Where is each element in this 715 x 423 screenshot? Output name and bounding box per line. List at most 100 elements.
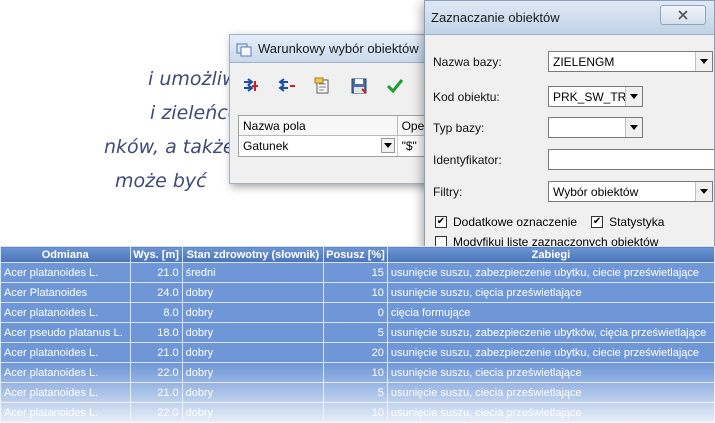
conditional-window-title: Warunkowy wybór obiektów <box>258 41 419 56</box>
db-type-row: Typ bazy: <box>433 117 643 138</box>
open-icon[interactable] <box>312 75 334 97</box>
chevron-down-icon[interactable] <box>625 87 642 106</box>
table-cell: Acer platanoides L. <box>0 262 131 283</box>
extra-marking-label: Dodatkowe oznaczenie <box>453 215 578 229</box>
bg-line-4: może być <box>115 170 207 192</box>
trees-table-container: Odmiana Wys. [m] Stan zdrowotny (słownik… <box>0 246 715 423</box>
table-cell: 8.0 <box>129 302 183 323</box>
add-condition-icon[interactable] <box>240 75 262 97</box>
chevron-down-icon[interactable] <box>380 138 395 153</box>
table-row[interactable]: Acer platanoides L. 22.0 dobry 10 usunięcie … <box>0 362 715 383</box>
table-cell: dobry <box>181 362 325 383</box>
database-select[interactable]: ZIELENGM <box>548 51 713 72</box>
filters-label: Filtry: <box>433 184 463 199</box>
database-label: Nazwa bazy: <box>433 54 502 69</box>
table-cell: 0 <box>323 302 388 323</box>
database-value: ZIELENGM <box>553 54 615 69</box>
table-cell: 20 <box>323 342 388 363</box>
table-cell: dobry <box>181 282 325 303</box>
statistics-label: Statystyka <box>609 215 665 229</box>
statistics-checkbox[interactable]: ✔ <box>591 216 604 228</box>
table-cell: dobry <box>181 382 325 403</box>
column-header-treatments[interactable]: Zabiegi <box>386 246 715 263</box>
db-type-label: Typ bazy: <box>433 120 485 135</box>
object-selection-window: Zaznaczanie obiektów Nazwa bazy: ZIELENG… <box>424 0 715 250</box>
object-code-value: PRK_SW_TR <box>553 89 627 104</box>
conditional-selection-window: Warunkowy wybór obiektów Nazwa pola Ope <box>229 34 449 184</box>
table-row[interactable]: Acer platanoides L. 21.0 dobry 20 usunięcie … <box>0 342 715 363</box>
chevron-down-icon[interactable] <box>625 118 642 137</box>
object-code-row: Kod obiektu: PRK_SW_TR <box>433 86 643 107</box>
object-code-label: Kod obiektu: <box>433 89 500 104</box>
table-body: Acer platanoides L. 21.0 średni 15 usunięcie… <box>0 262 715 423</box>
condition-row[interactable]: Gatunek "$" <box>239 136 448 156</box>
column-header-height[interactable]: Wys. [m] <box>129 246 183 263</box>
conditional-window-titlebar[interactable]: Warunkowy wybór obiektów <box>230 35 448 63</box>
table-cell: usunięcie suszu, zabezpieczenie ubytków,… <box>386 322 715 343</box>
table-row[interactable]: Acer platanoides L. 21.0 dobry 5 usunięcie s… <box>0 382 715 403</box>
table-cell: 10 <box>323 362 388 383</box>
table-cell: usunięcie suszu, zabezpieczenie ubytku, … <box>386 262 715 283</box>
identifier-input[interactable] <box>548 149 714 170</box>
chevron-down-icon[interactable] <box>695 52 712 71</box>
table-cell: usunięcie suszu, ciecia prześwietlające <box>386 402 715 423</box>
remove-condition-icon[interactable] <box>276 75 298 97</box>
column-header-deadwood[interactable]: Posusz [%] <box>323 246 388 263</box>
field-name-header: Nazwa pola <box>239 116 398 135</box>
conditions-grid: Nazwa pola Ope Gatunek "$" <box>238 115 448 157</box>
conditional-toolbar <box>230 63 448 109</box>
table-cell: 15 <box>323 262 388 283</box>
table-cell: 21.0 <box>129 382 183 403</box>
filters-select[interactable]: Wybór obiektów <box>548 181 713 202</box>
table-cell: 21.0 <box>129 262 183 283</box>
table-cell: Acer pseudo platanus L. <box>0 322 131 343</box>
table-cell: 21.0 <box>129 342 183 363</box>
bg-line-3: nków, a także <box>104 136 235 158</box>
field-name-value: Gatunek <box>243 139 289 153</box>
table-cell: Acer platanoides L. <box>0 382 131 403</box>
table-cell: dobry <box>181 322 325 343</box>
table-cell: Acer Platanoides <box>0 282 131 303</box>
table-row[interactable]: Acer platanoides L. 8.0 dobry 0 cięcia formu… <box>0 302 715 323</box>
chevron-down-icon[interactable] <box>695 182 712 201</box>
filters-value: Wybór obiektów <box>553 184 639 199</box>
table-cell: 22.0 <box>129 362 183 383</box>
table-cell: cięcia formujące <box>386 302 715 323</box>
db-type-select[interactable] <box>548 117 643 138</box>
table-cell: dobry <box>181 342 325 363</box>
selection-window-titlebar[interactable]: Zaznaczanie obiektów <box>425 1 714 35</box>
screenshot-stage: i umożliwiają i zieleńców nków, a także … <box>0 0 715 423</box>
column-header-variety[interactable]: Odmiana <box>0 246 131 263</box>
selection-window-title: Zaznaczanie obiektów <box>431 10 560 25</box>
table-cell: dobry <box>181 302 325 323</box>
table-cell: usunięcie suszu, ciecia prześwietlające <box>386 362 715 383</box>
table-cell: usunięcie suszu, zabezpieczenie ubytku, … <box>386 342 715 363</box>
table-row[interactable]: Acer platanoides L. 22.0 dobry 10 usunięcie … <box>0 402 715 423</box>
table-cell: usunięcie suszu, cięcia prześwietlające <box>386 282 715 303</box>
database-row: Nazwa bazy: ZIELENGM <box>433 51 713 72</box>
field-name-select[interactable]: Gatunek <box>239 136 398 156</box>
extra-marking-checkbox[interactable]: ✔ <box>435 216 447 228</box>
column-header-health[interactable]: Stan zdrowotny (słownik) <box>181 246 325 263</box>
table-cell: 5 <box>323 382 388 403</box>
table-row[interactable]: Acer platanoides L. 21.0 średni 15 usunięcie… <box>0 262 715 283</box>
table-header-row: Odmiana Wys. [m] Stan zdrowotny (słownik… <box>0 246 715 263</box>
identifier-label: Identyfikator: <box>433 152 502 167</box>
table-cell: Acer platanoides L. <box>0 302 131 323</box>
close-button[interactable] <box>660 5 706 25</box>
table-cell: 5 <box>323 322 388 343</box>
table-cell: 10 <box>323 282 388 303</box>
table-cell: Acer platanoides L. <box>0 402 131 423</box>
close-icon <box>678 10 688 20</box>
table-cell: usunięcie suszu, ciecia prześwietlające <box>386 382 715 403</box>
table-row[interactable]: Acer pseudo platanus L. 18.0 dobry 5 usunięc… <box>0 322 715 343</box>
object-code-select[interactable]: PRK_SW_TR <box>548 86 643 107</box>
table-cell: średni <box>181 262 325 283</box>
table-row[interactable]: Acer Platanoides 24.0 dobry 10 usunięcie sus… <box>0 282 715 303</box>
app-icon <box>236 41 252 57</box>
conditions-grid-header: Nazwa pola Ope <box>239 116 448 136</box>
save-icon[interactable] <box>348 75 370 97</box>
confirm-check-icon[interactable] <box>384 75 406 97</box>
table-cell: 10 <box>323 402 388 423</box>
extra-marking-checkbox-row[interactable]: ✔ Dodatkowe oznaczenie ✔ Statystyka <box>435 215 664 229</box>
